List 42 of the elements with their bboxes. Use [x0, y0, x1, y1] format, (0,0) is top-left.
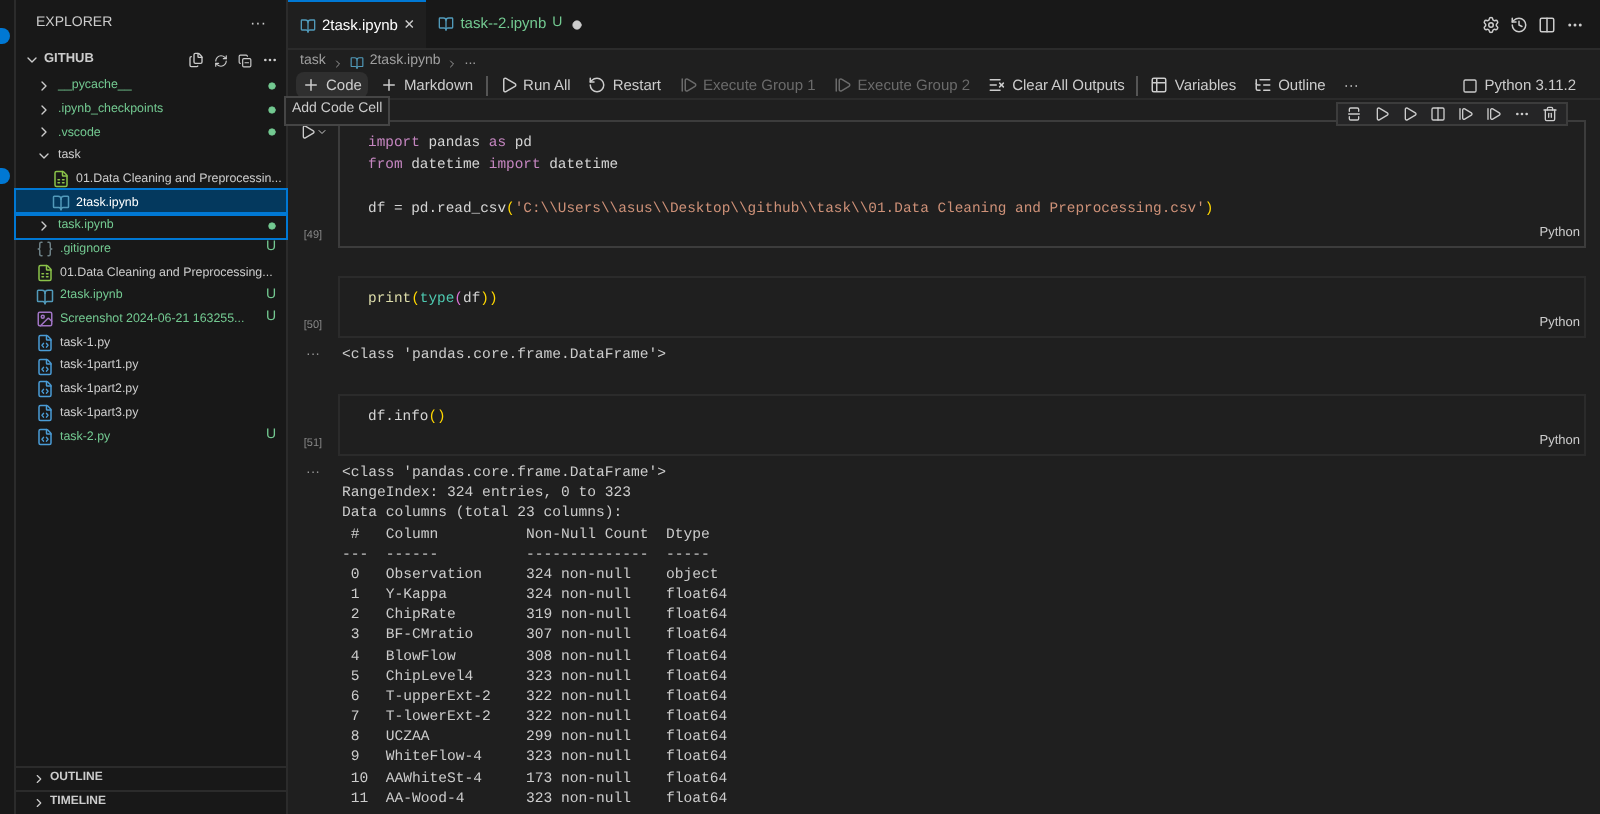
split-editor-icon[interactable]	[1538, 15, 1556, 33]
execute-group-icon	[833, 76, 852, 94]
more-button[interactable]: ···	[250, 12, 266, 36]
spreadsheet-icon	[36, 263, 54, 282]
refresh-icon[interactable]	[214, 53, 228, 67]
split-cell-icon[interactable]	[1430, 106, 1446, 122]
variables-icon	[1150, 76, 1169, 94]
run-by-line-icon[interactable]	[1346, 106, 1362, 122]
chevron-down-icon[interactable]	[24, 52, 40, 68]
close-button[interactable]: ×	[403, 16, 415, 34]
run-cell-icon[interactable]	[299, 124, 315, 140]
chevron-right-icon	[446, 57, 459, 69]
python-file-icon	[36, 403, 54, 422]
python-file-icon	[36, 380, 54, 399]
notebook-icon	[349, 56, 364, 70]
collapse-icon[interactable]	[238, 53, 252, 67]
activity-badge-icon[interactable]	[0, 28, 10, 44]
spreadsheet-icon	[52, 170, 70, 189]
execute-group-icon	[679, 76, 697, 94]
new-file-icon[interactable]	[188, 52, 204, 68]
image-icon	[36, 310, 54, 329]
notebook-icon	[52, 193, 70, 212]
clear-outputs-icon	[988, 76, 1007, 94]
history-icon[interactable]	[1510, 15, 1528, 33]
plus-icon	[379, 76, 398, 94]
activity-badge-icon[interactable]	[0, 168, 10, 184]
settings-icon[interactable]	[1482, 15, 1500, 33]
notebook-icon	[36, 287, 54, 306]
plus-icon	[302, 76, 320, 94]
delete-icon[interactable]	[1542, 106, 1558, 122]
kernel-icon	[1462, 77, 1479, 93]
notebook-icon	[300, 17, 316, 33]
python-file-icon	[36, 427, 54, 446]
restart-icon	[588, 76, 607, 94]
run-icon	[499, 76, 518, 94]
python-file-icon	[36, 357, 54, 376]
chevron-right-icon	[331, 57, 344, 69]
notebook-icon	[438, 16, 455, 32]
unsaved-dot-icon[interactable]	[572, 19, 583, 29]
python-file-icon	[36, 333, 54, 352]
outline-icon	[1254, 76, 1273, 94]
git-file-icon	[36, 240, 54, 259]
